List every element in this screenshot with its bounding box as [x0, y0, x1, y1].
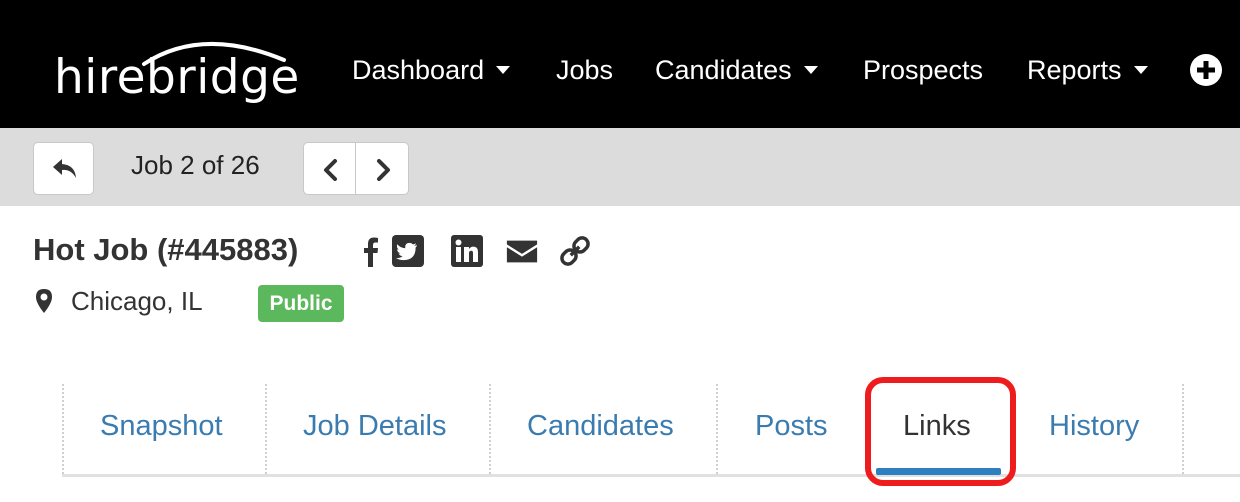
map-pin-icon: [36, 289, 52, 313]
hirebridge-logo[interactable]: hirebridge: [52, 30, 300, 105]
caret-down-icon: [496, 65, 511, 74]
nav-reports[interactable]: Reports: [1027, 52, 1148, 88]
next-job-button[interactable]: [355, 142, 409, 195]
tab-divider: [265, 384, 267, 474]
location-text: Chicago, IL: [71, 286, 203, 316]
pager-toolbar: Job 2 of 26: [0, 128, 1240, 206]
nav-prospects[interactable]: Prospects: [863, 52, 983, 88]
pager-position-text: Job 2 of 26: [131, 150, 260, 180]
tab-candidates[interactable]: Candidates: [527, 410, 674, 443]
logo-text: hirebridge: [54, 50, 300, 105]
tabs-baseline: [62, 474, 1240, 477]
tab-divider: [716, 384, 718, 474]
caret-down-icon: [803, 65, 818, 74]
chevron-right-icon: [377, 159, 390, 181]
previous-job-button[interactable]: [303, 142, 356, 195]
annotation-highlight-box: [865, 377, 1016, 486]
linkedin-icon[interactable]: [450, 234, 484, 268]
top-navbar: hirebridge Dashboard Jobs Candidates Pro…: [0, 0, 1240, 128]
job-title: Hot Job (#445883): [33, 232, 299, 267]
link-icon[interactable]: [558, 234, 592, 268]
nav-dashboard[interactable]: Dashboard: [352, 52, 511, 88]
nav-dashboard-label: Dashboard: [352, 55, 485, 85]
back-button[interactable]: [33, 142, 94, 195]
nav-candidates-label: Candidates: [655, 55, 792, 85]
nav-jobs[interactable]: Jobs: [556, 52, 613, 88]
tab-history[interactable]: History: [1049, 410, 1139, 443]
email-icon[interactable]: [505, 234, 539, 268]
nav-reports-label: Reports: [1027, 55, 1122, 85]
status-badge: Public: [258, 285, 344, 322]
tab-job-details[interactable]: Job Details: [303, 410, 446, 443]
tab-divider: [62, 384, 64, 474]
plus-circle-icon[interactable]: [1189, 53, 1223, 87]
tab-posts[interactable]: Posts: [755, 410, 828, 443]
twitter-icon[interactable]: [391, 234, 425, 268]
tab-divider: [1182, 384, 1184, 474]
facebook-icon[interactable]: [354, 234, 388, 268]
tab-snapshot[interactable]: Snapshot: [100, 410, 223, 443]
caret-down-icon: [1133, 65, 1148, 74]
nav-jobs-label: Jobs: [556, 55, 614, 85]
nav-prospects-label: Prospects: [863, 55, 984, 85]
tab-divider: [489, 384, 491, 474]
nav-candidates[interactable]: Candidates: [655, 52, 818, 88]
reply-arrow-icon: [53, 159, 76, 178]
chevron-left-icon: [324, 159, 337, 181]
